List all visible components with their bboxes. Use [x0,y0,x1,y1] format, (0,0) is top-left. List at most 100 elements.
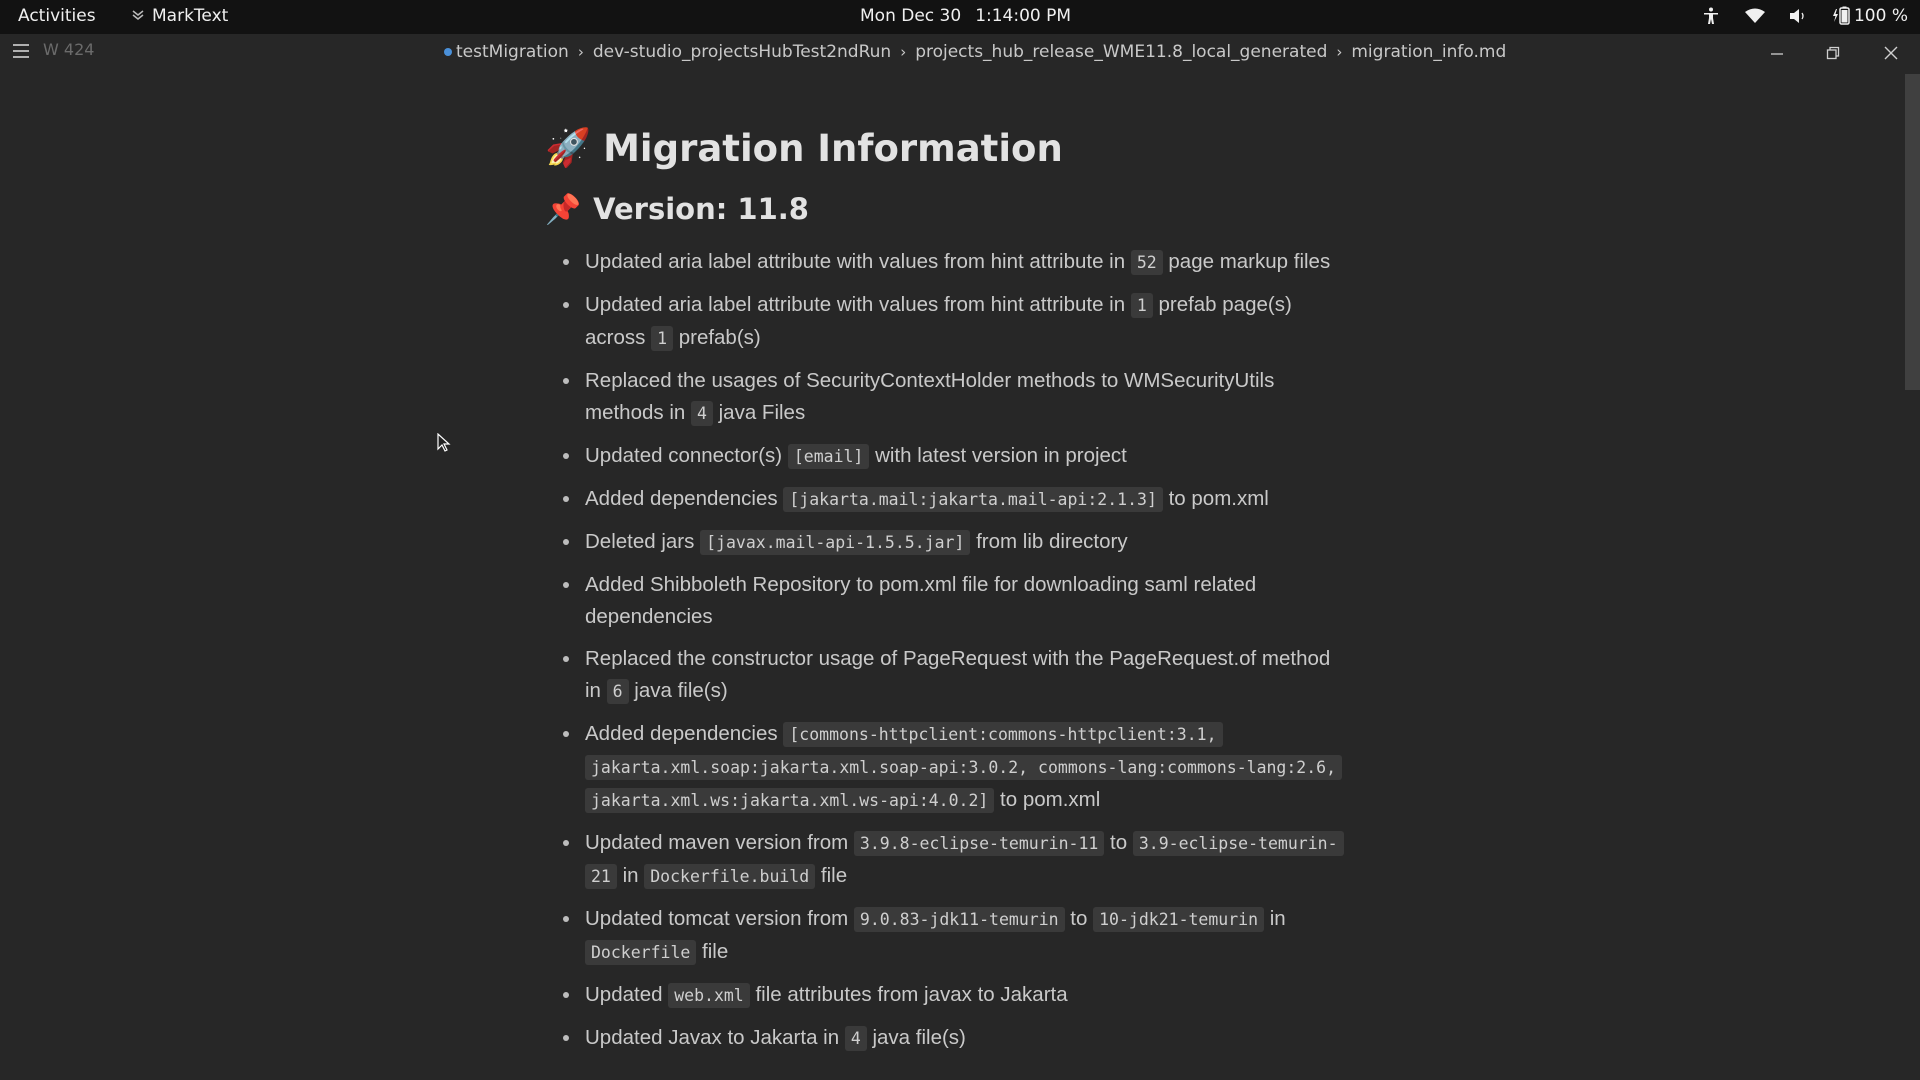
inline-code: 3.9.8-eclipse-temurin-11 [853,831,1105,856]
breadcrumb-item: projects_hub_release_WME11.8_local_gener… [915,42,1328,62]
list-item: Deleted jars [javax.mail-api-1.5.5.jar] … [563,526,1345,559]
list-item: Added dependencies [jakarta.mail:jakarta… [563,483,1345,516]
inline-code: [email] [787,444,870,469]
list-item: Updated aria label attribute with values… [563,246,1345,279]
list-item-text: java file(s) [628,679,728,702]
clock-time: 1:14:00 PM [975,6,1072,26]
list-item-text: Added dependencies [585,722,784,745]
unsaved-indicator-icon [444,48,452,56]
list-item: Updated tomcat version from 9.0.83-jdk11… [563,903,1345,969]
inline-code: 6 [606,679,629,704]
clock[interactable]: Mon Dec 30 1:14:00 PM [860,6,1071,26]
list-item-text: Updated maven version from [585,831,854,854]
list-item-text: Deleted jars [585,530,701,553]
marktext-app-icon [132,9,144,23]
list-item-text: to [1064,907,1094,930]
inline-code: 9.0.83-jdk11-temurin [853,907,1065,932]
list-item-text: java file(s) [866,1026,966,1049]
list-item-text: Updated aria label attribute with values… [585,250,1131,273]
pushpin-icon: 📌 [545,191,582,226]
restore-button[interactable] [1818,40,1848,66]
app-menu[interactable]: MarkText [132,6,228,26]
menu-icon[interactable] [13,44,29,58]
list-item-text: Added dependencies [585,487,784,510]
app-name: MarkText [152,6,229,26]
breadcrumb-item: testMigration [456,42,569,62]
word-count[interactable]: W 424 [43,40,94,59]
version-text: Version: 11.8 [593,192,809,226]
list-item-text: file attributes from javax to Jakarta [749,983,1068,1006]
clock-date: Mon Dec 30 [860,6,962,26]
version-heading: 📌 Version: 11.8 [545,182,1345,236]
list-item-text: file [815,864,848,887]
inline-code: 4 [844,1026,867,1051]
list-item-text: Replaced the usages of SecurityContextHo… [585,369,1275,424]
list-item: Updated aria label attribute with values… [563,289,1345,355]
list-item-text: Added Shibboleth Repository to pom.xml f… [585,573,1257,628]
system-tray[interactable]: 100 % [1700,5,1908,27]
inline-code: Dockerfile [585,940,697,965]
list-item-text: Updated [585,983,669,1006]
migration-list: Updated aria label attribute with values… [545,246,1345,1055]
chevron-right-icon: › [577,43,584,61]
accessibility-icon[interactable] [1700,5,1722,27]
breadcrumb-filename: migration_info.md [1351,42,1507,62]
inline-code: 1 [651,326,674,351]
system-top-bar: Activities MarkText Mon Dec 30 1:14:00 PM… [0,0,1920,34]
list-item-text: Updated connector(s) [585,444,788,467]
list-item-text: Updated aria label attribute with values… [585,293,1131,316]
inline-code: 1 [1130,293,1153,318]
inline-code: 4 [690,401,713,426]
list-item: Updated maven version from 3.9.8-eclipse… [563,827,1345,893]
activities-button[interactable]: Activities [18,6,96,26]
inline-code: [jakarta.mail:jakarta.mail-api:2.1.3] [783,487,1163,512]
chevron-right-icon: › [1336,43,1343,61]
breadcrumb-item: dev-studio_projectsHubTest2ndRun [592,42,892,62]
document-content[interactable]: 🚀 Migration Information 📌 Version: 11.8 … [545,118,1345,1065]
minimize-icon [1771,53,1783,55]
list-item-text: Updated Javax to Jakarta in [585,1026,845,1049]
volume-icon[interactable] [1788,5,1810,27]
vertical-scrollbar[interactable] [1905,74,1920,390]
inline-code: 52 [1130,250,1163,275]
list-item-text: in [1264,907,1286,930]
list-item: Updated web.xml file attributes from jav… [563,979,1345,1012]
list-item: Updated Javax to Jakarta in 4 java file(… [563,1022,1345,1055]
list-item: Updated connector(s) [email] with latest… [563,440,1345,473]
inline-code: web.xml [668,983,750,1008]
inline-code: 10-jdk21-temurin [1093,907,1265,932]
list-item-text: java Files [712,401,806,424]
list-item-text: prefab(s) [673,326,761,349]
mouse-pointer-icon [437,432,451,457]
list-item-text: to [1104,831,1133,854]
list-item-text: file [696,940,729,963]
list-item-text: to pom.xml [1162,487,1269,510]
chevron-right-icon: › [900,43,907,61]
list-item-text: with latest version in project [869,444,1127,467]
list-item: Replaced the usages of SecurityContextHo… [563,365,1345,430]
list-item-text: from lib directory [970,530,1128,553]
title-text: Migration Information [603,126,1063,170]
wifi-icon[interactable] [1744,5,1766,27]
list-item-text: page markup files [1162,250,1331,273]
restore-icon [1826,46,1840,60]
list-item: Added Shibboleth Repository to pom.xml f… [563,569,1345,633]
marktext-window: W 424 testMigration › dev-studio_project… [0,34,1920,1080]
list-item-text: to pom.xml [994,788,1101,811]
inline-code: [javax.mail-api-1.5.5.jar] [700,530,971,555]
battery-indicator[interactable]: 100 % [1832,6,1908,26]
rocket-icon: 🚀 [545,126,592,169]
battery-percent: 100 % [1853,6,1908,26]
list-item-text: Updated tomcat version from [585,907,854,930]
breadcrumb: testMigration › dev-studio_projectsHubTe… [444,42,1506,62]
battery-charging-icon [1832,6,1850,25]
minimize-button[interactable] [1762,40,1792,66]
close-icon [1884,46,1898,60]
close-button[interactable] [1876,40,1906,66]
list-item: Replaced the constructor usage of PageRe… [563,643,1345,708]
list-item: Added dependencies [commons-httpclient:c… [563,718,1345,817]
document-title: 🚀 Migration Information [545,118,1345,178]
list-item-text: in [616,864,645,887]
title-bar: W 424 testMigration › dev-studio_project… [0,34,1920,72]
inline-code: Dockerfile.build [644,864,816,889]
